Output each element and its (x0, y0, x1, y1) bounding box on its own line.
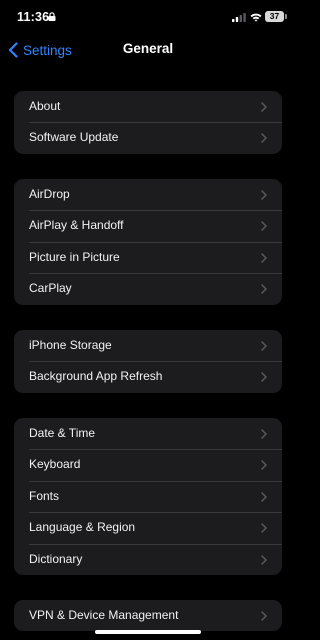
settings-group-storage: iPhone Storage Background App Refresh (14, 330, 282, 393)
settings-group-vpn: VPN & Device Management (14, 600, 282, 632)
row-label: Picture in Picture (29, 249, 120, 264)
settings-row-background-app-refresh[interactable]: Background App Refresh (14, 361, 282, 392)
row-label: Background App Refresh (29, 369, 163, 384)
settings-row-airdrop[interactable]: AirDrop (14, 179, 282, 210)
settings-group-locale: Date & Time Keyboard Fonts Language & Re… (14, 418, 282, 575)
settings-row-iphone-storage[interactable]: iPhone Storage (14, 330, 282, 361)
settings-group-about: About Software Update (14, 91, 282, 154)
chevron-right-icon (261, 253, 267, 263)
settings-row-fonts[interactable]: Fonts (14, 480, 282, 512)
row-label: AirPlay & Handoff (29, 218, 124, 233)
settings-row-software-update[interactable]: Software Update (14, 122, 282, 153)
battery-tip (285, 14, 287, 19)
lock-icon (48, 12, 56, 21)
settings-row-carplay[interactable]: CarPlay (14, 273, 282, 304)
page-title: General (122, 41, 174, 56)
wifi-icon (250, 13, 262, 22)
chevron-right-icon (261, 190, 267, 200)
row-label: CarPlay (29, 281, 72, 296)
row-label: Dictionary (29, 551, 83, 566)
row-label: Keyboard (29, 457, 81, 472)
chevron-right-icon (261, 341, 267, 351)
chevron-right-icon (261, 611, 267, 621)
settings-row-vpn-device-management[interactable]: VPN & Device Management (14, 600, 282, 631)
row-label: About (29, 99, 61, 113)
settings-row-date-time[interactable]: Date & Time (14, 418, 282, 449)
chevron-right-icon (261, 284, 267, 294)
signal-icon (232, 13, 246, 22)
chevron-right-icon (261, 554, 267, 565)
chevron-right-icon (261, 492, 267, 502)
home-indicator[interactable] (95, 630, 201, 634)
row-label: iPhone Storage (29, 338, 112, 352)
settings-row-language-region[interactable]: Language & Region (14, 512, 282, 543)
settings-row-airplay-handoff[interactable]: AirPlay & Handoff (14, 210, 282, 241)
navigation-bar: Settings General (0, 36, 296, 64)
chevron-right-icon (261, 523, 267, 533)
settings-row-keyboard[interactable]: Keyboard (14, 449, 282, 480)
battery-icon: 37 (265, 11, 284, 22)
row-label: AirDrop (29, 187, 70, 201)
status-time: 11:36 (17, 10, 50, 24)
row-label: Language & Region (29, 520, 136, 535)
row-label: Fonts (29, 488, 60, 503)
row-label: Date & Time (29, 426, 96, 440)
chevron-right-icon (261, 372, 267, 383)
settings-group-connectivity: AirDrop AirPlay & Handoff Picture in Pic… (14, 179, 282, 305)
settings-row-picture-in-picture[interactable]: Picture in Picture (14, 241, 282, 273)
row-label: VPN & Device Management (29, 608, 179, 622)
settings-row-dictionary[interactable]: Dictionary (14, 543, 282, 575)
row-label: Software Update (29, 130, 119, 145)
chevron-right-icon (261, 460, 267, 471)
chevron-right-icon (261, 133, 267, 144)
settings-row-about[interactable]: About (14, 91, 282, 122)
chevron-right-icon (261, 221, 267, 232)
chevron-right-icon (261, 102, 267, 112)
status-bar: 11:36 37 (0, 0, 296, 36)
chevron-right-icon (261, 429, 267, 439)
